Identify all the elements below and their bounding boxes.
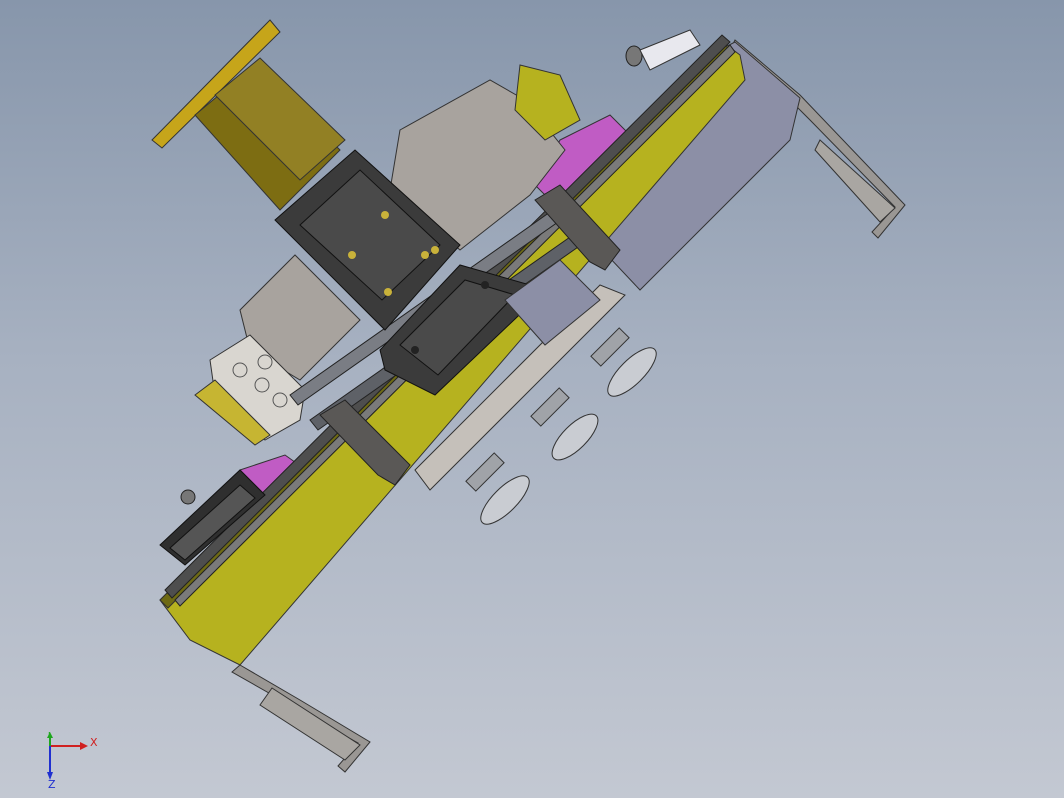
assembly-model[interactable]	[0, 0, 1064, 798]
roller-foot-3	[465, 452, 530, 525]
triad-graphic: X Y Z	[45, 726, 98, 791]
top-motor-mount[interactable]	[151, 19, 346, 211]
cad-viewport[interactable]: X Y Z	[0, 0, 1064, 798]
x-axis-label: X	[90, 736, 98, 749]
coordinate-triad: X Y Z	[38, 726, 98, 791]
top-shaft-end[interactable]	[625, 29, 701, 71]
lower-left-bracket[interactable]	[231, 664, 371, 773]
roller-foot-2	[530, 387, 599, 461]
y-axis-label: Y	[45, 732, 53, 739]
z-axis-label: Z	[48, 778, 56, 788]
roller-foot-1	[590, 327, 657, 397]
x-axis-arrowhead	[80, 742, 88, 750]
